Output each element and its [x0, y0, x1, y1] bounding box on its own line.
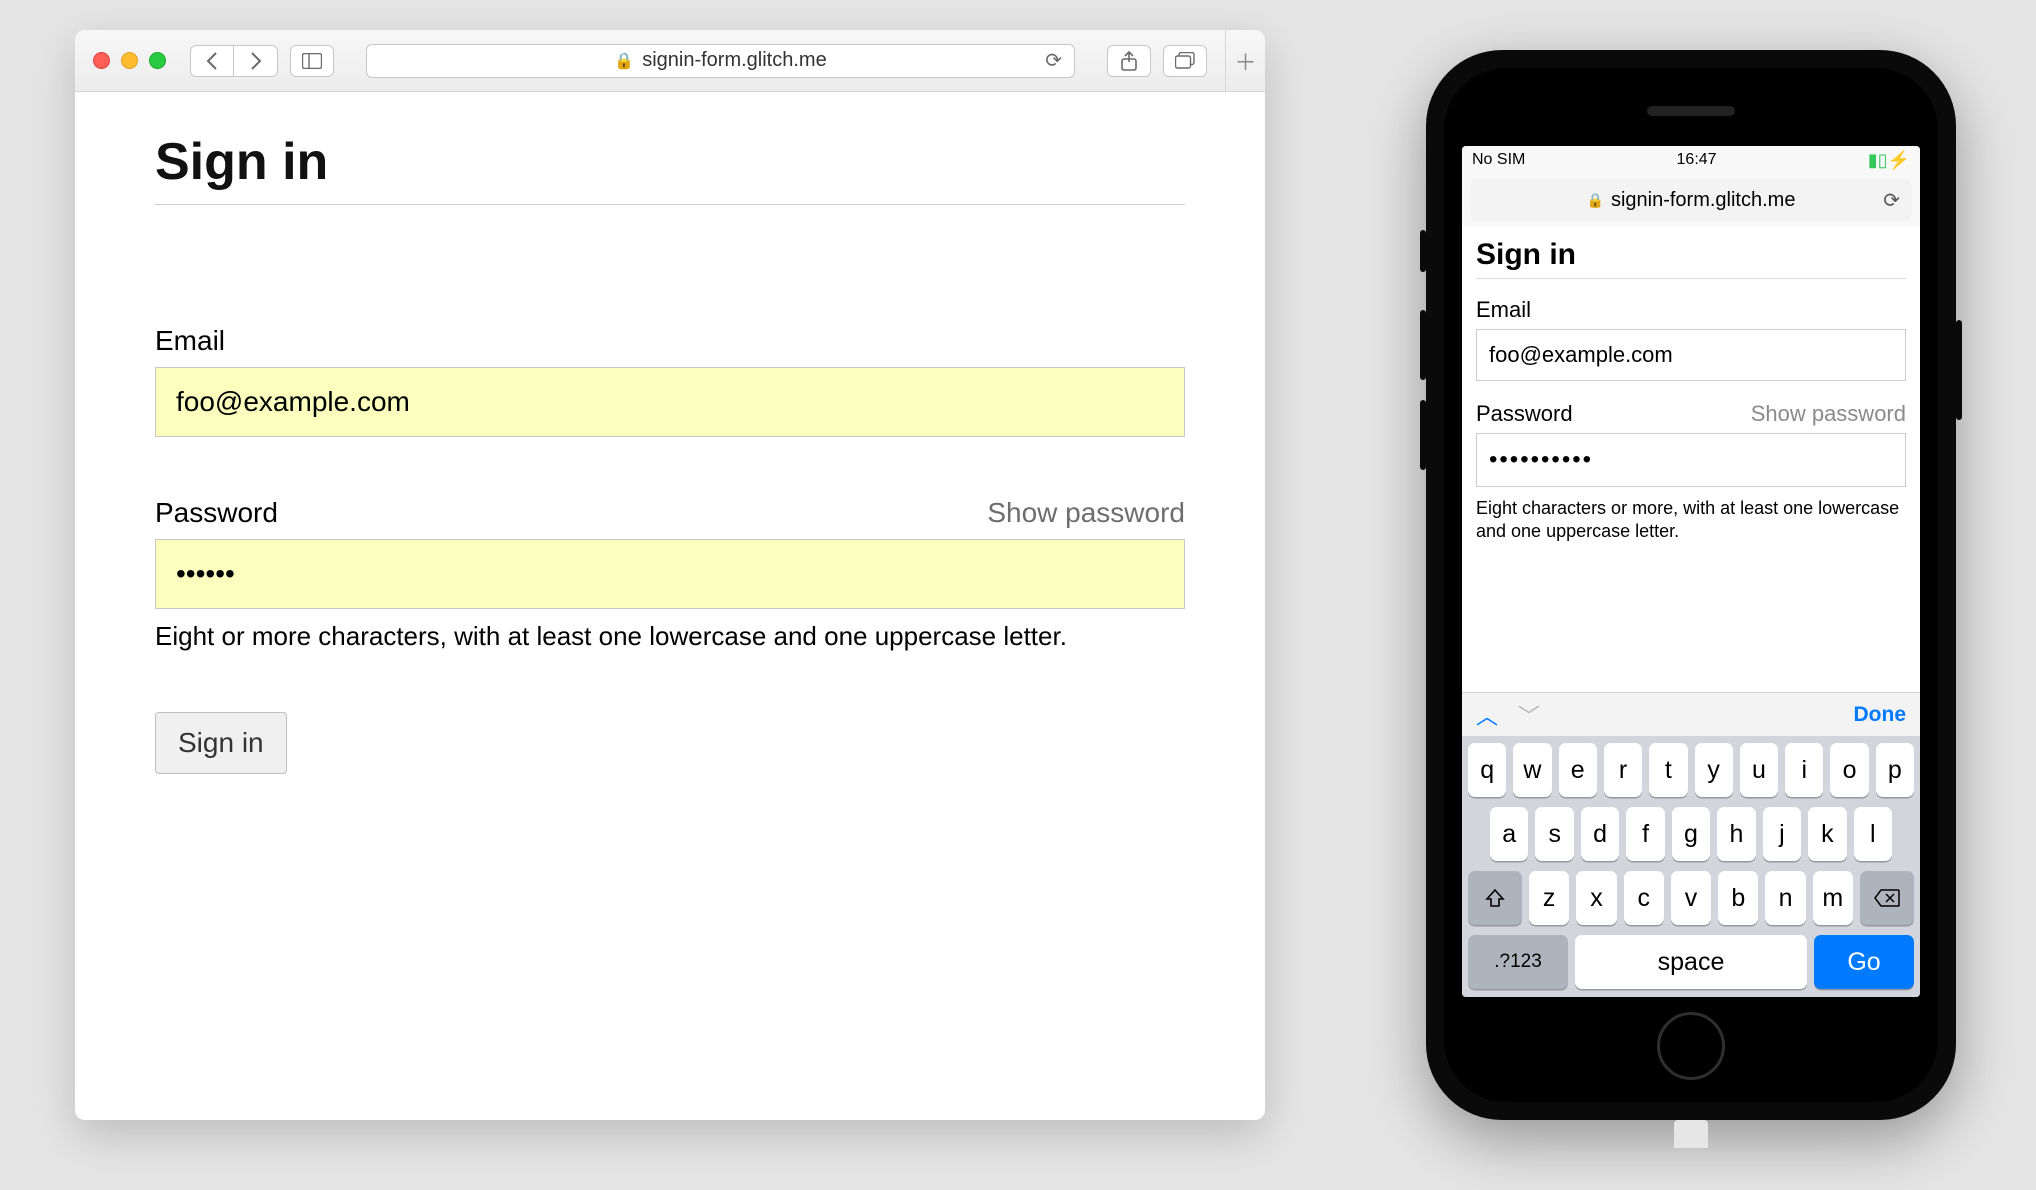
url-text: signin-form.glitch.me [1611, 189, 1796, 212]
minimize-window-button[interactable] [121, 52, 138, 69]
keyboard-row-4: .?123 space Go [1468, 935, 1914, 989]
numbers-key[interactable]: .?123 [1468, 935, 1568, 989]
shift-key[interactable] [1468, 871, 1522, 925]
password-input[interactable] [1476, 433, 1906, 487]
key-x[interactable]: x [1576, 871, 1616, 925]
page-title: Sign in [155, 132, 1185, 205]
key-q[interactable]: q [1468, 743, 1506, 797]
share-button[interactable] [1107, 45, 1151, 77]
back-button[interactable] [190, 45, 234, 77]
mobile-page-body: Sign in Email Password Show password Eig… [1462, 226, 1920, 692]
key-r[interactable]: r [1604, 743, 1642, 797]
iphone-bezel: No SIM 16:47 ▮▯⚡ 🔒 signin-form.glitch.me… [1444, 68, 1938, 1102]
key-v[interactable]: v [1671, 871, 1711, 925]
key-m[interactable]: m [1813, 871, 1853, 925]
key-g[interactable]: g [1672, 807, 1710, 861]
forward-button[interactable] [234, 45, 278, 77]
key-n[interactable]: n [1765, 871, 1805, 925]
key-o[interactable]: o [1830, 743, 1868, 797]
iphone-screen: No SIM 16:47 ▮▯⚡ 🔒 signin-form.glitch.me… [1462, 146, 1920, 997]
form-nav-arrows: ︿ ﹀ [1476, 699, 1540, 731]
lock-icon: 🔒 [1587, 192, 1604, 209]
key-a[interactable]: a [1490, 807, 1528, 861]
password-hint: Eight or more characters, with at least … [155, 621, 1185, 652]
keyboard-accessory-bar: ︿ ﹀ Done [1462, 692, 1920, 736]
password-input[interactable] [155, 539, 1185, 609]
key-w[interactable]: w [1513, 743, 1551, 797]
space-key[interactable]: space [1575, 935, 1807, 989]
power-button [1956, 320, 1962, 420]
new-tab-button[interactable]: ＋ [1225, 30, 1265, 92]
earpiece-speaker [1647, 106, 1735, 116]
safari-window: 🔒 signin-form.glitch.me ⟳ ＋ Sign in Emai… [75, 30, 1265, 1120]
window-controls [93, 52, 166, 69]
key-u[interactable]: u [1740, 743, 1778, 797]
page-title: Sign in [1476, 238, 1906, 279]
key-t[interactable]: t [1649, 743, 1687, 797]
email-input[interactable] [1476, 329, 1906, 381]
key-k[interactable]: k [1808, 807, 1846, 861]
key-c[interactable]: c [1624, 871, 1664, 925]
close-window-button[interactable] [93, 52, 110, 69]
status-bar: No SIM 16:47 ▮▯⚡ [1462, 146, 1920, 174]
carrier-text: No SIM [1472, 151, 1525, 169]
tabs-button[interactable] [1163, 45, 1207, 77]
email-label: Email [155, 325, 225, 357]
key-h[interactable]: h [1717, 807, 1755, 861]
key-d[interactable]: d [1581, 807, 1619, 861]
prev-field-button[interactable]: ︿ [1476, 704, 1498, 729]
keyboard-row-1: qwertyuiop [1468, 743, 1914, 797]
email-input[interactable] [155, 367, 1185, 437]
keyboard-done-button[interactable]: Done [1854, 703, 1907, 727]
sign-in-button[interactable]: Sign in [155, 712, 287, 774]
password-hint: Eight characters or more, with at least … [1476, 497, 1906, 544]
key-b[interactable]: b [1718, 871, 1758, 925]
home-button[interactable] [1657, 1012, 1725, 1080]
next-field-button[interactable]: ﹀ [1518, 704, 1540, 729]
battery-icon: ▮▯⚡ [1868, 150, 1910, 171]
mute-switch [1420, 230, 1426, 272]
reload-icon[interactable]: ⟳ [1883, 188, 1900, 213]
show-password-toggle[interactable]: Show password [1751, 401, 1906, 427]
safari-toolbar: 🔒 signin-form.glitch.me ⟳ ＋ [75, 30, 1265, 92]
iphone-device: No SIM 16:47 ▮▯⚡ 🔒 signin-form.glitch.me… [1426, 50, 1956, 1120]
key-l[interactable]: l [1854, 807, 1892, 861]
address-bar[interactable]: 🔒 signin-form.glitch.me ⟳ [366, 44, 1075, 78]
clock-text: 16:47 [1677, 151, 1717, 169]
key-y[interactable]: y [1695, 743, 1733, 797]
key-e[interactable]: e [1559, 743, 1597, 797]
password-label: Password [155, 497, 278, 529]
key-p[interactable]: p [1876, 743, 1914, 797]
email-label: Email [1476, 297, 1531, 323]
nav-buttons [190, 45, 278, 77]
password-label: Password [1476, 401, 1573, 427]
keyboard-row-2: asdfghjkl [1468, 807, 1914, 861]
key-z[interactable]: z [1529, 871, 1569, 925]
sidebar-button[interactable] [290, 45, 334, 77]
page-body: Sign in Email Password Show password Eig… [75, 92, 1265, 814]
reload-icon[interactable]: ⟳ [1045, 48, 1062, 73]
volume-down-button [1420, 400, 1426, 470]
go-key[interactable]: Go [1814, 935, 1914, 989]
volume-up-button [1420, 310, 1426, 380]
mobile-address-bar[interactable]: 🔒 signin-form.glitch.me ⟳ [1470, 178, 1912, 222]
email-field-group: Email [155, 325, 1185, 437]
url-text: signin-form.glitch.me [642, 49, 827, 72]
lightning-cable [1674, 1120, 1708, 1148]
key-f[interactable]: f [1626, 807, 1664, 861]
ios-keyboard: qwertyuiop asdfghjkl zxcvbnm .?123 space… [1462, 736, 1920, 997]
key-i[interactable]: i [1785, 743, 1823, 797]
password-field-group: Password Show password Eight or more cha… [155, 497, 1185, 652]
keyboard-row-3: zxcvbnm [1468, 871, 1914, 925]
show-password-toggle[interactable]: Show password [987, 497, 1185, 529]
zoom-window-button[interactable] [149, 52, 166, 69]
key-j[interactable]: j [1763, 807, 1801, 861]
key-s[interactable]: s [1535, 807, 1573, 861]
lock-icon: 🔒 [614, 51, 634, 71]
backspace-key[interactable] [1860, 871, 1914, 925]
